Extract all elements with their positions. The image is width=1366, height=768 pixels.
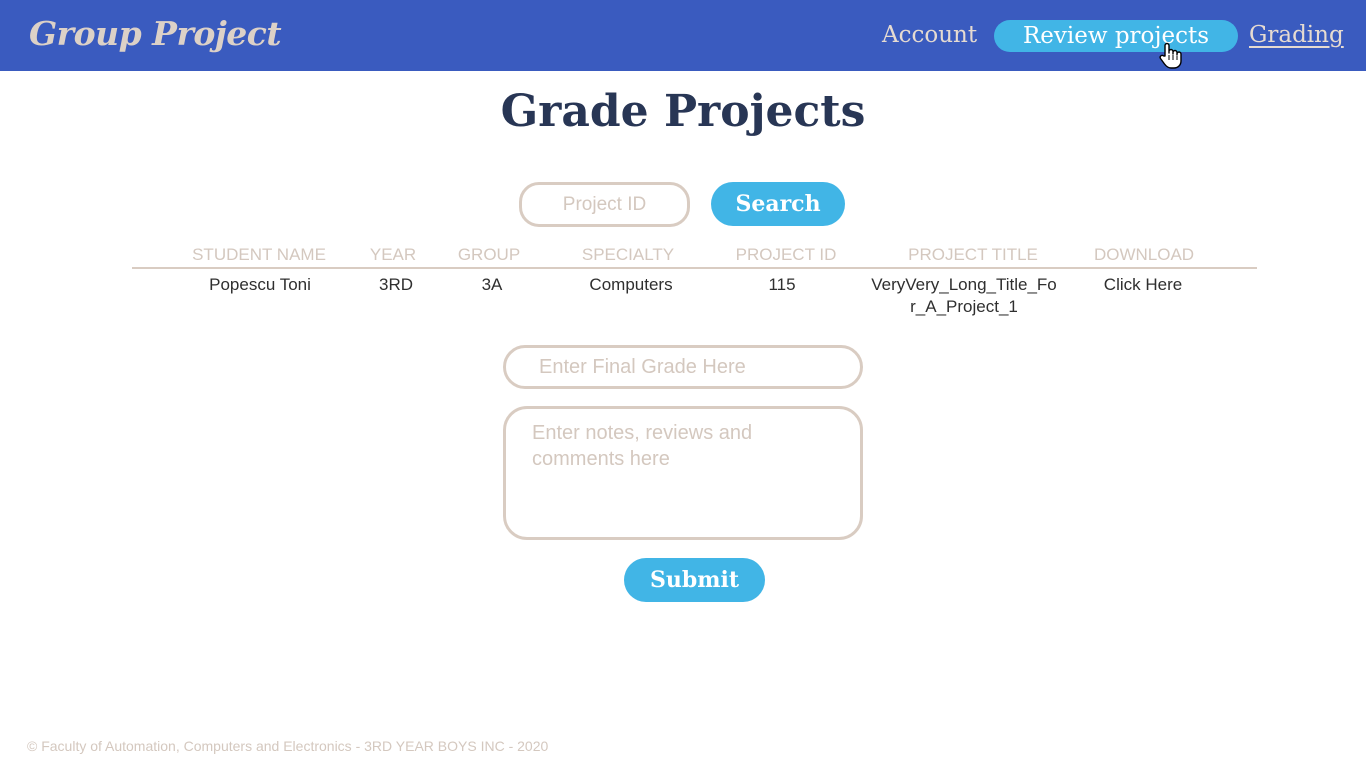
column-header-download: DOWNLOAD xyxy=(1093,245,1195,264)
search-button[interactable]: Search xyxy=(711,182,845,226)
project-id-input[interactable] xyxy=(519,182,690,227)
cell-project-id: 115 xyxy=(768,275,796,294)
column-header-specialty: SPECIALTY xyxy=(581,245,675,264)
page-title: Grade Projects xyxy=(500,86,866,137)
nav-grading[interactable]: Grading xyxy=(1249,17,1344,53)
cell-project-title: VeryVery_Long_Title_For_A_Project_1 xyxy=(871,275,1057,316)
column-header-group: GROUP xyxy=(457,245,521,264)
cell-group: 3A xyxy=(481,275,503,294)
app-logo[interactable]: Group Project xyxy=(29,14,282,53)
column-header-project-title: PROJECT TITLE xyxy=(908,245,1038,264)
column-header-project-id: PROJECT ID xyxy=(735,245,837,264)
nav-account[interactable]: Account xyxy=(882,17,977,53)
cell-year: 3RD xyxy=(378,275,414,294)
nav-review-projects[interactable]: Review projects xyxy=(994,20,1238,52)
cell-student-name: Popescu Toni xyxy=(209,275,311,294)
cell-specialty: Computers xyxy=(589,275,673,294)
column-header-student-name: STUDENT NAME xyxy=(192,245,326,264)
download-link[interactable]: Click Here xyxy=(1104,274,1182,296)
hand-pointer-icon xyxy=(1159,42,1182,69)
footer-copyright: © Faculty of Automation, Computers and E… xyxy=(27,738,549,754)
final-grade-input[interactable] xyxy=(503,345,863,389)
submit-button[interactable]: Submit xyxy=(624,558,765,602)
notes-textarea[interactable] xyxy=(503,406,863,540)
column-header-year: YEAR xyxy=(369,245,417,264)
table-header-divider xyxy=(132,267,1257,269)
